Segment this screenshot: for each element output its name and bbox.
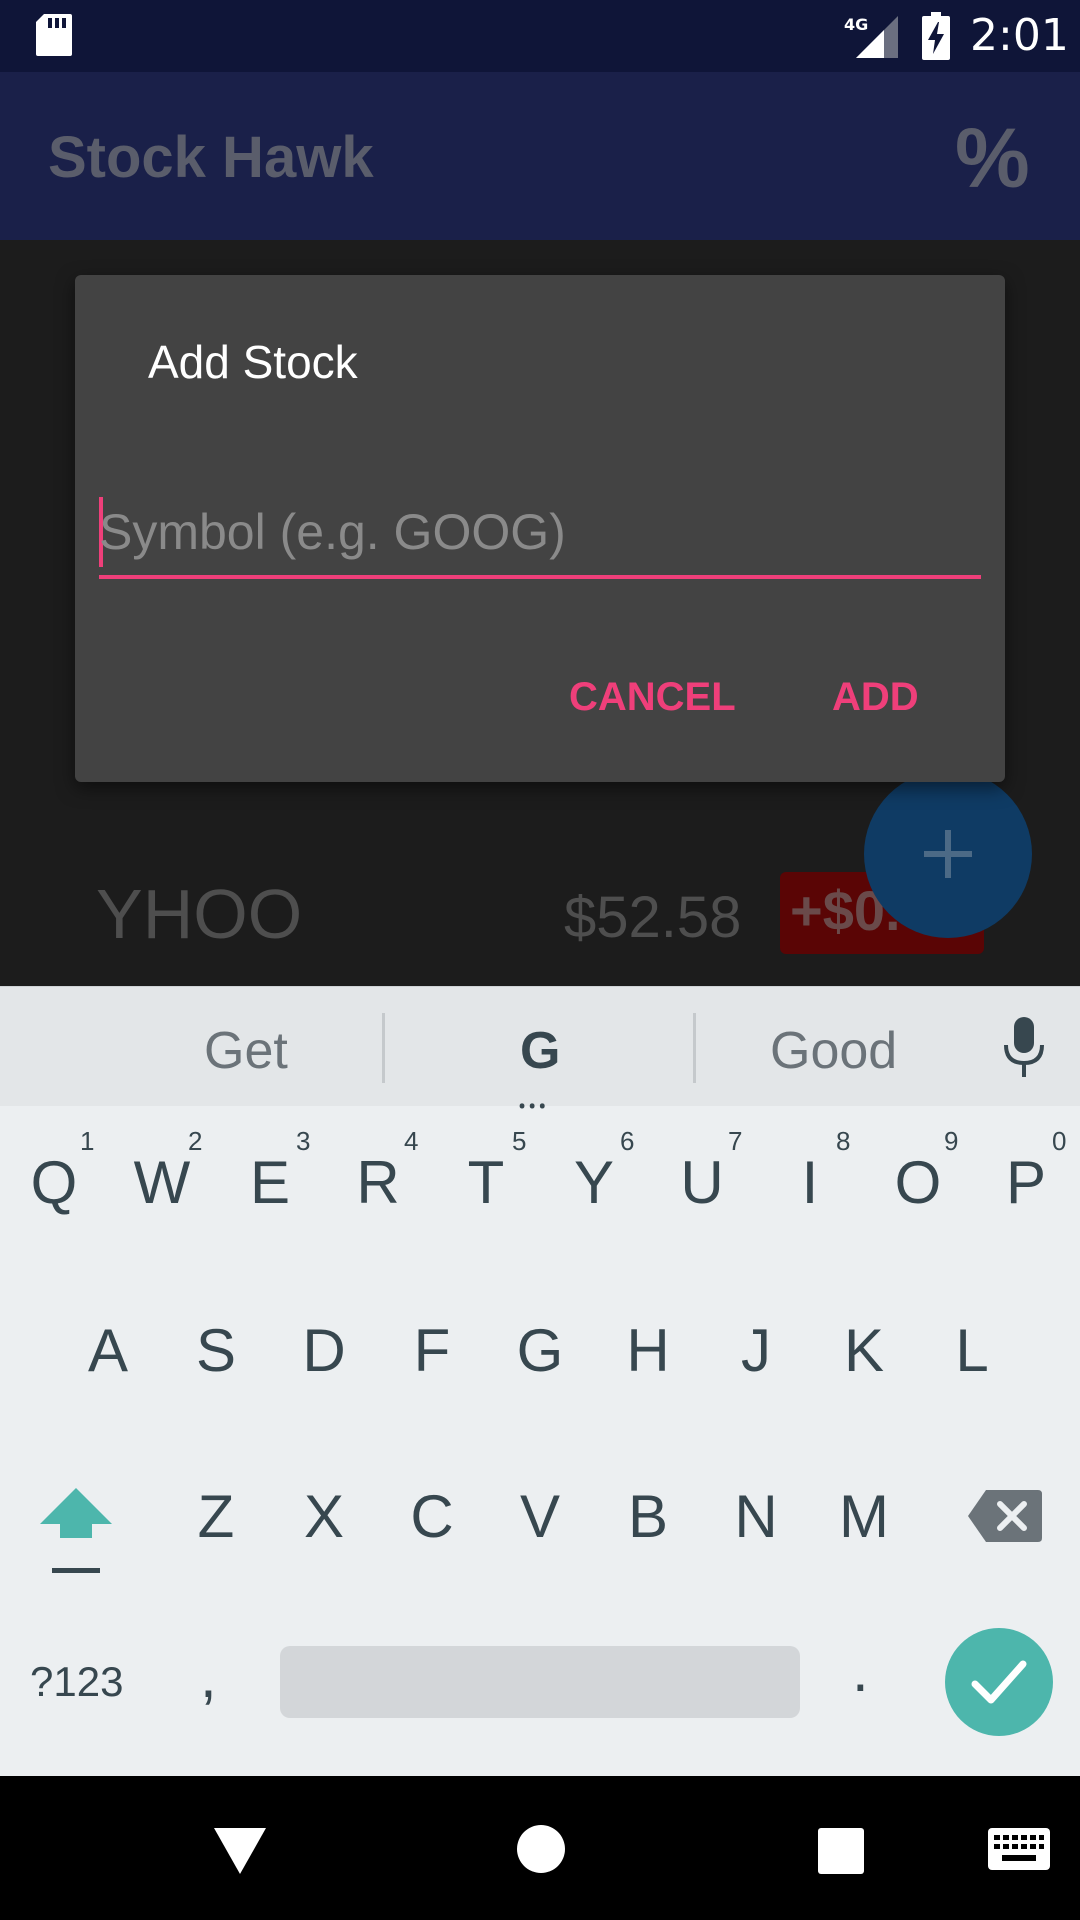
symbols-key[interactable]: ?123: [30, 1658, 123, 1706]
shift-icon[interactable]: [36, 1486, 116, 1576]
key-r[interactable]: R: [330, 1148, 426, 1217]
period-key[interactable]: .: [852, 1636, 869, 1705]
key-hint-1: 1: [80, 1126, 95, 1156]
key-hint-6: 6: [620, 1126, 635, 1156]
cancel-button[interactable]: CANCEL: [569, 675, 736, 720]
back-icon[interactable]: [212, 1826, 268, 1876]
sd-card-icon: [36, 14, 72, 56]
key-hint-3: 3: [296, 1126, 311, 1156]
home-icon[interactable]: [516, 1824, 566, 1874]
key-f[interactable]: F: [384, 1316, 480, 1385]
dialog-title: Add Stock: [148, 336, 358, 388]
key-v[interactable]: V: [492, 1482, 588, 1551]
symbol-input[interactable]: Symbol (e.g. GOOG): [99, 495, 981, 579]
app-bar: Stock Hawk %: [0, 72, 1080, 240]
percent-toggle-button[interactable]: %: [955, 110, 1030, 207]
symbol-input-placeholder: Symbol (e.g. GOOG): [99, 504, 566, 560]
key-u[interactable]: U: [654, 1148, 750, 1217]
app-title: Stock Hawk: [48, 125, 374, 190]
key-t[interactable]: T: [438, 1148, 534, 1217]
key-hint-0: 0: [1052, 1126, 1067, 1156]
stock-symbol: YHOO: [96, 875, 303, 953]
done-key[interactable]: [945, 1628, 1053, 1736]
more-suggestions-dots: •••: [518, 1093, 549, 1121]
space-bar[interactable]: [280, 1646, 800, 1718]
plus-icon: [924, 830, 972, 878]
key-n[interactable]: N: [708, 1482, 804, 1551]
battery-charging-icon: [922, 12, 950, 60]
svg-text:4G: 4G: [844, 15, 868, 34]
key-hint-5: 5: [512, 1126, 527, 1156]
key-a[interactable]: A: [60, 1316, 156, 1385]
key-k[interactable]: K: [816, 1316, 912, 1385]
key-s[interactable]: S: [168, 1316, 264, 1385]
key-o[interactable]: O: [870, 1148, 966, 1217]
key-y[interactable]: Y: [546, 1148, 642, 1217]
backspace-icon[interactable]: [968, 1490, 1042, 1542]
suggestion-good[interactable]: Good: [770, 1021, 897, 1081]
key-h[interactable]: H: [600, 1316, 696, 1385]
key-j[interactable]: J: [708, 1316, 804, 1385]
key-w[interactable]: W: [114, 1148, 210, 1217]
comma-key[interactable]: ,: [200, 1642, 217, 1711]
stock-price: $52.58: [564, 885, 742, 950]
key-q[interactable]: Q: [6, 1148, 102, 1217]
add-stock-dialog: Add Stock Symbol (e.g. GOOG) CANCEL ADD: [75, 275, 1005, 782]
key-hint-4: 4: [404, 1126, 419, 1156]
key-d[interactable]: D: [276, 1316, 372, 1385]
suggestion-divider: [382, 1013, 385, 1083]
key-hint-8: 8: [836, 1126, 851, 1156]
key-hint-9: 9: [944, 1126, 959, 1156]
signal-icon: 4G: [844, 15, 898, 58]
key-g[interactable]: G: [492, 1316, 588, 1385]
key-c[interactable]: C: [384, 1482, 480, 1551]
suggestion-strip: Get G ••• Good: [0, 986, 1080, 1121]
add-stock-fab[interactable]: [864, 770, 1032, 938]
key-hint-7: 7: [728, 1126, 743, 1156]
status-bar: 4G 2:01: [0, 0, 1080, 72]
add-button[interactable]: ADD: [832, 675, 919, 720]
key-z[interactable]: Z: [168, 1482, 264, 1551]
status-time: 2:01: [970, 10, 1069, 61]
microphone-icon[interactable]: [1002, 1017, 1046, 1081]
key-x[interactable]: X: [276, 1482, 372, 1551]
navigation-bar: [0, 1776, 1080, 1920]
key-b[interactable]: B: [600, 1482, 696, 1551]
suggestion-divider: [693, 1013, 696, 1083]
key-l[interactable]: L: [924, 1316, 1020, 1385]
check-icon: [971, 1660, 1027, 1704]
key-e[interactable]: E: [222, 1148, 318, 1217]
suggestion-g[interactable]: G: [520, 1021, 560, 1081]
keyboard-switch-icon[interactable]: [988, 1828, 1050, 1870]
soft-keyboard: Get G ••• Good Q W E R T Y U I O P 1 2 3…: [0, 986, 1080, 1776]
key-i[interactable]: I: [762, 1148, 858, 1217]
suggestion-get[interactable]: Get: [204, 1021, 288, 1081]
key-hint-2: 2: [188, 1126, 203, 1156]
recents-icon[interactable]: [818, 1828, 864, 1874]
key-m[interactable]: M: [816, 1482, 912, 1551]
key-p[interactable]: P: [978, 1148, 1074, 1217]
